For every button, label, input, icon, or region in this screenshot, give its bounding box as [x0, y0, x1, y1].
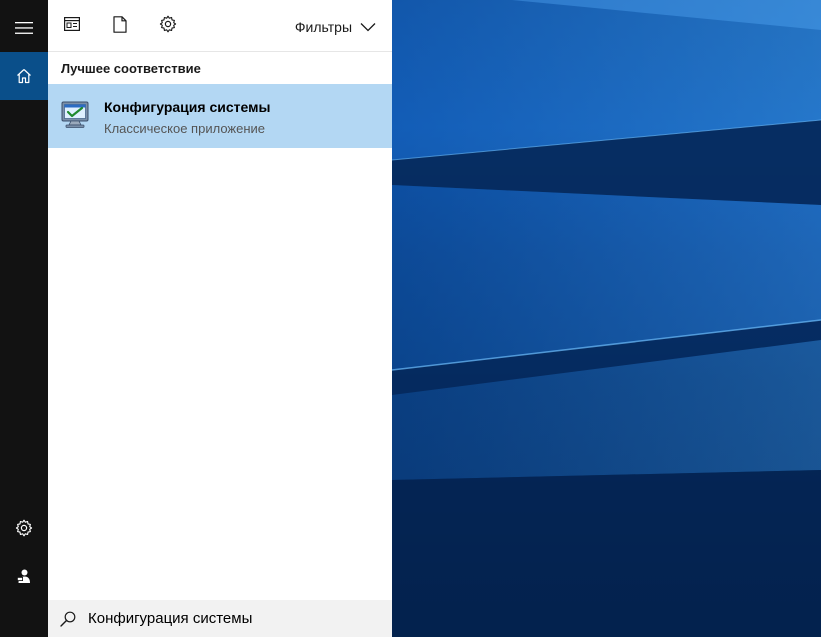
result-subtitle: Классическое приложение — [104, 121, 266, 136]
screen: Фильтры Лучшее соответствие Конфигурация… — [0, 0, 821, 637]
desktop-wallpaper — [392, 0, 821, 637]
search-box — [48, 600, 392, 637]
tab-apps[interactable] — [60, 12, 84, 36]
search-icon — [60, 611, 76, 627]
search-toolbar: Фильтры — [48, 0, 392, 52]
search-panel: Фильтры Лучшее соответствие Конфигурация… — [48, 0, 392, 637]
start-rail — [0, 0, 48, 637]
gear-icon — [15, 519, 33, 537]
news-icon — [64, 17, 80, 31]
feedback-button[interactable] — [0, 552, 48, 600]
best-match-heading: Лучшее соответствие — [61, 61, 201, 76]
gear-icon — [159, 15, 177, 33]
tab-settings[interactable] — [156, 12, 180, 36]
filters-label: Фильтры — [294, 19, 352, 35]
filters-dropdown[interactable]: Фильтры — [295, 16, 376, 38]
settings-button[interactable] — [0, 504, 48, 552]
best-match-result[interactable]: Конфигурация системы Классическое прилож… — [48, 84, 392, 148]
tab-documents[interactable] — [108, 12, 132, 36]
document-icon — [113, 15, 127, 33]
system-configuration-icon — [61, 101, 89, 128]
search-input[interactable] — [88, 600, 384, 637]
home-button[interactable] — [0, 52, 48, 100]
home-icon — [17, 69, 31, 84]
hamburger-icon — [15, 22, 33, 34]
result-title: Конфигурация системы — [104, 99, 271, 115]
wallpaper-light-beams — [392, 0, 821, 637]
chevron-down-icon — [360, 23, 376, 32]
user-feedback-icon — [17, 569, 30, 583]
hamburger-menu-button[interactable] — [0, 4, 48, 52]
